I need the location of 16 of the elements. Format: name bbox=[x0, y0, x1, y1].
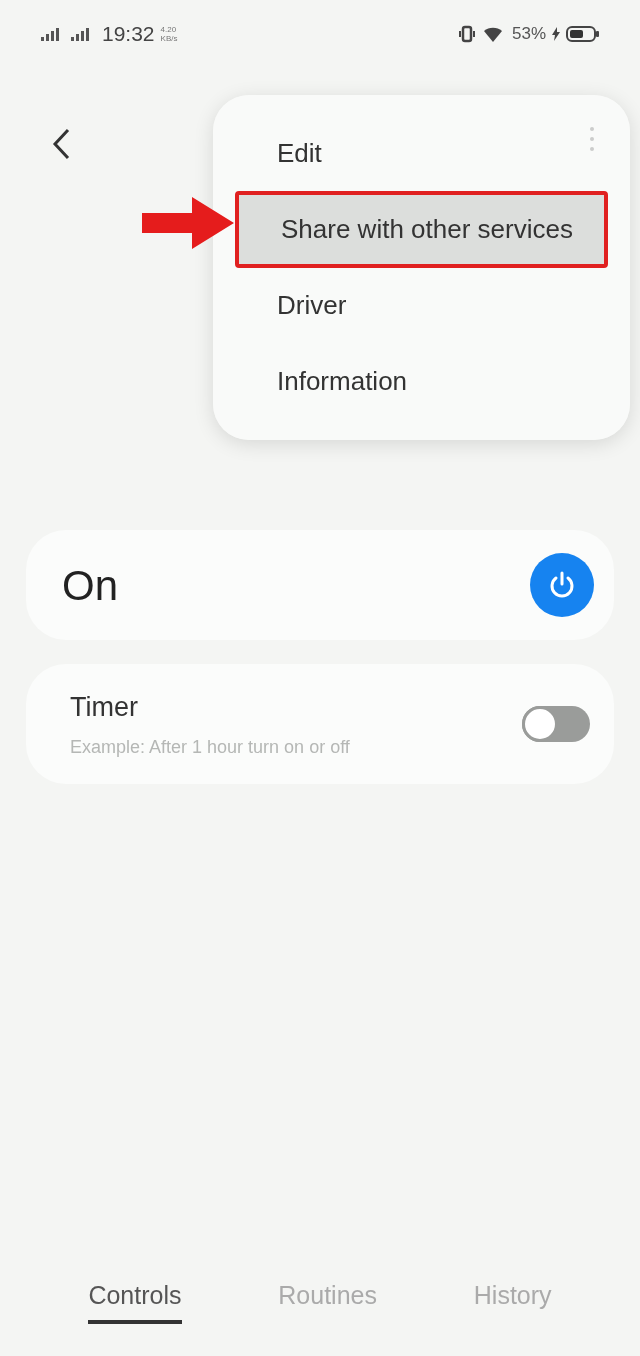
timer-toggle[interactable] bbox=[522, 706, 590, 742]
bottom-tab[interactable]: Controls bbox=[88, 1276, 182, 1324]
battery-percent: 53% bbox=[511, 23, 546, 46]
status-time: 19:32 bbox=[102, 21, 155, 48]
timer-subtitle: Example: After 1 hour turn on or off bbox=[70, 735, 350, 759]
menu-item[interactable]: Share with other services bbox=[235, 191, 608, 268]
network-speed: 4.20 KB/s bbox=[160, 25, 178, 43]
back-chevron-icon bbox=[52, 128, 72, 160]
menu-item[interactable]: Edit bbox=[235, 115, 608, 191]
battery-icon bbox=[566, 26, 600, 42]
pointer-arrow-icon bbox=[142, 197, 234, 249]
vibrate-icon bbox=[457, 25, 476, 43]
power-status-label: On bbox=[62, 560, 119, 611]
menu-item[interactable]: Information bbox=[235, 344, 608, 420]
menu-item[interactable]: Driver bbox=[235, 267, 608, 344]
timer-title: Timer bbox=[70, 691, 139, 725]
